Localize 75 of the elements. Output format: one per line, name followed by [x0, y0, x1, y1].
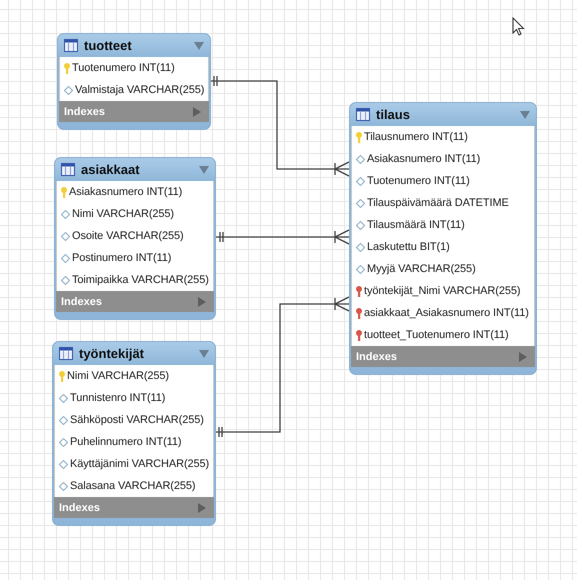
table-title: asiakkaat [81, 162, 141, 177]
key-icon [356, 286, 362, 296]
column-label: Toimipaikka VARCHAR(255) [72, 274, 209, 286]
caret-icon[interactable] [198, 296, 206, 306]
diamond-icon [59, 416, 68, 424]
caret-icon[interactable] [519, 352, 527, 362]
column-label: Myyjä VARCHAR(255) [367, 263, 476, 275]
indexes-bar[interactable]: Indexes [54, 497, 214, 518]
diamond-icon [59, 482, 68, 490]
indexes-label: Indexes [59, 502, 100, 514]
table-title: tuotteet [84, 38, 133, 53]
column-label: Sähköposti VARCHAR(255) [70, 414, 204, 426]
table-card[interactable]: asiakkaat Asiakasnumero INT(11) Nimi VARCHAR(255) Osoite VARCHAR(255) Postinumero INT(11) Toimipaikka VARCHAR(255) Indexes [54, 157, 216, 320]
caret-icon[interactable] [199, 350, 210, 358]
column-label: Tilauspäivämäärä DATETIME [367, 197, 509, 209]
table-card[interactable]: tuotteet Tuotenumero INT(11) Valmistaja VARCHAR(255) Indexes [57, 33, 212, 130]
column-label: Käyttäjänimi VARCHAR(255) [70, 458, 210, 470]
mouse-cursor-icon [512, 17, 525, 36]
column-label: Tilausmäärä INT(11) [367, 219, 465, 231]
diamond-icon [61, 232, 70, 240]
indexes-bar[interactable]: Indexes [56, 291, 214, 312]
table-icon [356, 108, 370, 121]
diamond-icon [356, 198, 365, 208]
table-title: työntekijät [79, 346, 146, 361]
column-label: Valmistaja VARCHAR(255) [75, 84, 204, 96]
table-icon [59, 347, 73, 360]
column-label: Salasana VARCHAR(255) [70, 480, 196, 492]
caret-icon[interactable] [194, 42, 204, 50]
caret-icon[interactable] [198, 502, 206, 512]
key-icon [356, 132, 362, 142]
column-label: työntekijät_Nimi VARCHAR(255) [364, 285, 520, 297]
indexes-label: Indexes [64, 106, 105, 118]
diamond-icon [59, 394, 68, 402]
key-icon [356, 330, 362, 340]
key-icon [59, 370, 65, 382]
diamond-icon [61, 210, 70, 218]
caret-icon[interactable] [193, 106, 202, 116]
diamond-icon [59, 438, 68, 446]
column-label: Nimi VARCHAR(255) [67, 370, 169, 382]
diamond-icon [61, 254, 70, 262]
diamond-icon [59, 460, 68, 468]
diamond-icon [356, 264, 365, 274]
diamond-icon [356, 176, 365, 186]
key-icon [356, 308, 362, 318]
table-icon [64, 39, 78, 52]
column-label: Tuotenumero INT(11) [367, 175, 470, 187]
indexes-label: Indexes [61, 296, 102, 308]
table-card[interactable] [349, 102, 537, 375]
diamond-icon [356, 154, 365, 164]
column-label: Postinumero INT(11) [72, 252, 172, 264]
diamond-icon [61, 276, 70, 284]
caret-icon[interactable] [520, 110, 530, 118]
column-label: Tuotenumero INT(11) [72, 62, 175, 74]
column-label: Laskutettu BIT(1) [367, 241, 450, 253]
diamond-icon [356, 220, 365, 230]
column-label: Asiakasnumero INT(11) [367, 153, 480, 165]
column-label: Nimi VARCHAR(255) [72, 208, 174, 220]
column-label: tuotteet_Tuotenumero INT(11) [364, 329, 509, 341]
diamond-icon [356, 242, 365, 252]
column-label: Asiakasnumero INT(11) [69, 186, 182, 198]
column-label: Osoite VARCHAR(255) [72, 230, 184, 242]
diamond-icon [64, 86, 73, 94]
key-icon [64, 62, 70, 74]
column-label: Tunnistenro INT(11) [70, 392, 166, 404]
column-label: Tilausnumero INT(11) [364, 131, 468, 143]
caret-icon[interactable] [198, 166, 209, 174]
table-icon [61, 163, 75, 176]
indexes-bar[interactable]: Indexes [351, 346, 535, 367]
indexes-label: Indexes [356, 350, 397, 362]
column-label: asiakkaat_Asiakasnumero INT(11) [364, 307, 529, 319]
table-card[interactable]: työntekijät Nimi VARCHAR(255) Tunnistenro INT(11) Sähköposti VARCHAR(255) Puhelinnumero INT(11) Käyttäjänimi VARCHAR(255) Salasana VARCHAR(255) Indexes [52, 341, 216, 526]
column-label: Puhelinnumero INT(11) [70, 436, 182, 448]
indexes-bar[interactable]: Indexes [59, 101, 210, 122]
key-icon [61, 186, 67, 198]
table-title: tilaus [376, 107, 411, 122]
